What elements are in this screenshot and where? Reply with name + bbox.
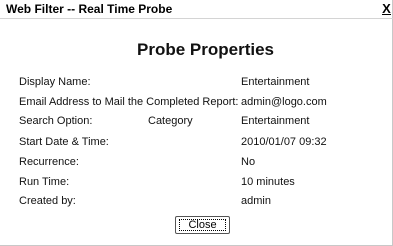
field-row-run-time: Run Time: 10 minutes: [0, 176, 393, 191]
start-date-label: Start Date & Time:: [19, 136, 109, 148]
start-date-value: 2010/01/07 09:32: [241, 136, 327, 148]
dialog-heading: Probe Properties: [137, 40, 274, 59]
field-row-display-name: Display Name: Entertainment: [0, 76, 393, 91]
close-button-label: Close: [179, 219, 226, 231]
close-button[interactable]: Close: [175, 216, 230, 234]
field-row-recurrence: Recurrence: No: [0, 156, 393, 171]
search-option-type: Category: [148, 115, 193, 127]
created-by-value: admin: [241, 195, 271, 207]
title-bar: Web Filter -- Real Time Probe X: [0, 0, 393, 19]
field-row-start-date: Start Date & Time: 2010/01/07 09:32: [0, 136, 393, 151]
window-title: Web Filter -- Real Time Probe: [6, 2, 173, 16]
field-row-email: Email Address to Mail the Completed Repo…: [0, 96, 393, 111]
recurrence-value: No: [241, 156, 256, 168]
probe-properties-dialog: Web Filter -- Real Time Probe X Probe Pr…: [0, 0, 393, 246]
display-name-label: Display Name:: [19, 76, 91, 88]
run-time-label: Run Time:: [19, 176, 70, 188]
display-name-value: Entertainment: [241, 76, 310, 88]
search-option-label: Search Option:: [19, 115, 93, 127]
close-window-button[interactable]: X: [381, 1, 392, 16]
email-value: admin@logo.com: [241, 96, 327, 108]
created-by-label: Created by:: [19, 195, 76, 207]
field-row-created-by: Created by: admin: [0, 195, 393, 210]
close-icon-underline: [382, 14, 391, 15]
search-option-value: Entertainment: [241, 115, 310, 127]
field-row-search-option: Search Option: Category Entertainment: [0, 115, 393, 130]
email-label: Email Address to Mail the Completed Repo…: [19, 96, 239, 108]
recurrence-label: Recurrence:: [19, 156, 79, 168]
run-time-value: 10 minutes: [241, 176, 295, 188]
